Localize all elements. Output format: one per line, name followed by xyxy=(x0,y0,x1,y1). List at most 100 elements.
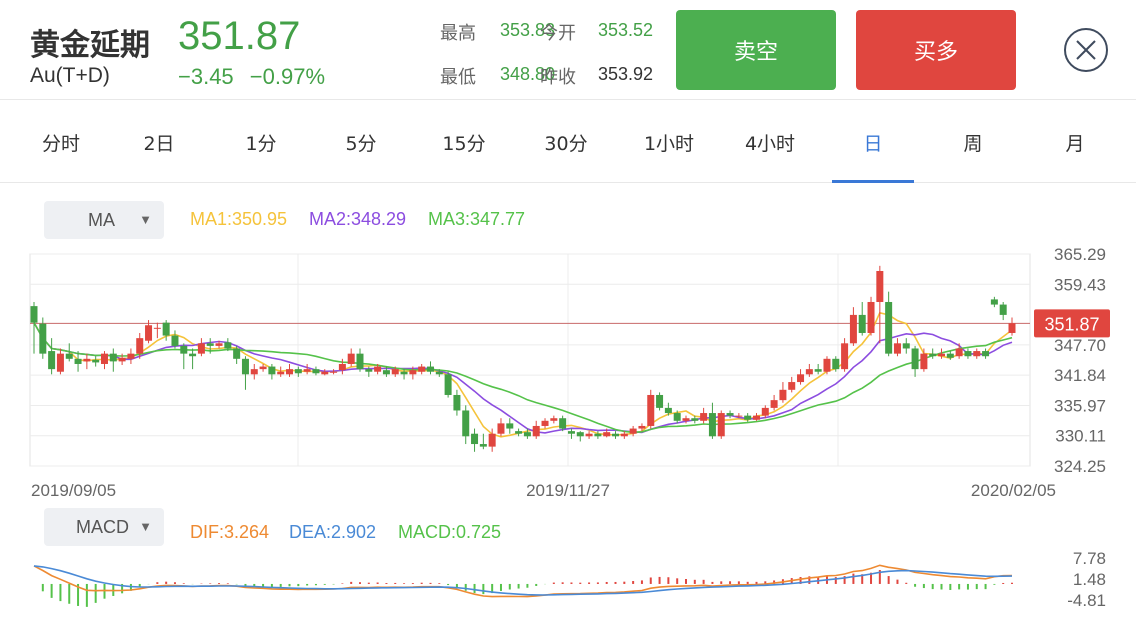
date-label: 2019/11/27 xyxy=(526,481,610,500)
ma-select-value: MA xyxy=(88,209,115,230)
instrument-code: Au(T+D) xyxy=(30,64,110,87)
macd-tick-label: -4.81 xyxy=(1067,591,1106,610)
candle xyxy=(585,431,593,439)
macd-indicator-select[interactable]: MACD ▼ xyxy=(44,508,164,546)
candle xyxy=(973,348,981,359)
candle-body xyxy=(1008,323,1016,333)
candle-body xyxy=(673,413,681,421)
candle-body xyxy=(453,394,461,411)
tab-week[interactable]: 周 xyxy=(932,101,1014,183)
candle-body xyxy=(867,301,875,333)
candle-body xyxy=(462,410,470,437)
tab-2day[interactable]: 2日 xyxy=(118,101,200,183)
candle xyxy=(233,345,241,364)
candle xyxy=(92,356,100,367)
tab-intraday[interactable]: 分时 xyxy=(20,101,102,183)
candle-body xyxy=(744,415,752,420)
candle-body xyxy=(74,358,82,364)
macd-tick-label: 7.78 xyxy=(1073,549,1106,568)
candle xyxy=(752,413,760,421)
candle xyxy=(893,338,901,357)
candle-body xyxy=(629,428,637,434)
tab-1min[interactable]: 1分 xyxy=(220,101,302,183)
candle xyxy=(612,431,620,439)
candle xyxy=(885,291,893,357)
tab-15min[interactable]: 15分 xyxy=(423,101,505,183)
candle xyxy=(999,301,1007,321)
sell-short-button[interactable]: 卖空 xyxy=(676,10,836,90)
candle xyxy=(330,369,338,375)
candle xyxy=(990,296,998,308)
candle xyxy=(797,369,805,385)
candle-body xyxy=(559,418,567,429)
candle-body xyxy=(426,366,434,372)
candle-body xyxy=(929,353,937,357)
candle-body xyxy=(153,327,161,329)
candle-body xyxy=(409,370,417,375)
candle-body xyxy=(471,433,479,445)
candle-body xyxy=(241,358,249,375)
timeframe-tabs: 分时 2日 1分 5分 15分 30分 1小时 4小时 日 周 月 xyxy=(0,101,1136,183)
candle-body xyxy=(400,371,408,375)
candle xyxy=(56,348,64,375)
candle xyxy=(708,402,716,439)
macd-select-value: MACD xyxy=(76,516,129,537)
candle xyxy=(779,382,787,403)
candle-body xyxy=(788,382,796,390)
candle xyxy=(849,307,857,346)
candle xyxy=(955,343,963,359)
candle-body xyxy=(250,369,258,375)
candle-body xyxy=(946,353,954,358)
candle-body xyxy=(100,353,108,364)
candle xyxy=(656,392,664,411)
tab-30min[interactable]: 30分 xyxy=(525,101,607,183)
candle-body xyxy=(656,394,664,408)
instrument-name: 黄金延期 xyxy=(30,28,150,63)
candle-body xyxy=(691,418,699,421)
buy-long-button[interactable]: 买多 xyxy=(856,10,1016,90)
candle xyxy=(726,410,734,419)
candle-body xyxy=(224,342,232,349)
close-icon[interactable] xyxy=(1062,26,1110,74)
y-tick-label: 341.84 xyxy=(1054,366,1106,385)
change-value: −3.45 xyxy=(178,64,234,89)
macd-chart[interactable]: 7.78 1.48 -4.81 xyxy=(0,548,1136,640)
candle xyxy=(453,389,461,416)
candle xyxy=(567,428,575,439)
candle-body xyxy=(841,343,849,370)
candle-body xyxy=(338,363,346,371)
candle-body xyxy=(973,351,981,357)
ma-indicator-select[interactable]: MA ▼ xyxy=(44,201,164,239)
y-tick-label: 335.97 xyxy=(1054,396,1106,415)
ma1-legend: MA1:350.95 xyxy=(190,209,288,229)
candle xyxy=(717,410,725,439)
tab-month[interactable]: 月 xyxy=(1034,101,1116,183)
candlestick-chart[interactable]: 365.29 359.43 347.70 341.84 335.97 330.11 324.… xyxy=(0,244,1136,504)
candle-body xyxy=(999,304,1007,315)
low-label: 最低 xyxy=(440,67,476,88)
candle-body xyxy=(567,431,575,434)
change-percent: −0.97% xyxy=(249,64,326,89)
candle xyxy=(867,296,875,336)
candle xyxy=(532,420,540,439)
open-value: 353.52 xyxy=(598,20,654,40)
candle xyxy=(761,405,769,419)
candle-body xyxy=(726,413,734,416)
tab-day[interactable]: 日 xyxy=(832,101,914,183)
tab-5min[interactable]: 5分 xyxy=(320,101,402,183)
candle-body xyxy=(708,413,716,437)
candle xyxy=(180,343,188,370)
candle xyxy=(250,363,258,380)
tab-1hour[interactable]: 1小时 xyxy=(628,101,710,183)
candle xyxy=(356,348,364,372)
candle xyxy=(497,418,505,437)
candle-body xyxy=(638,425,646,429)
candle-body xyxy=(48,351,56,370)
x-axis-labels: 2019/09/05 2019/11/27 2020/02/05 xyxy=(31,481,1056,500)
tab-4hour[interactable]: 4小时 xyxy=(729,101,811,183)
candle xyxy=(471,428,479,452)
candle-body xyxy=(233,348,241,359)
candle-body xyxy=(118,357,126,362)
candle-body xyxy=(849,314,857,344)
candle xyxy=(788,376,796,393)
